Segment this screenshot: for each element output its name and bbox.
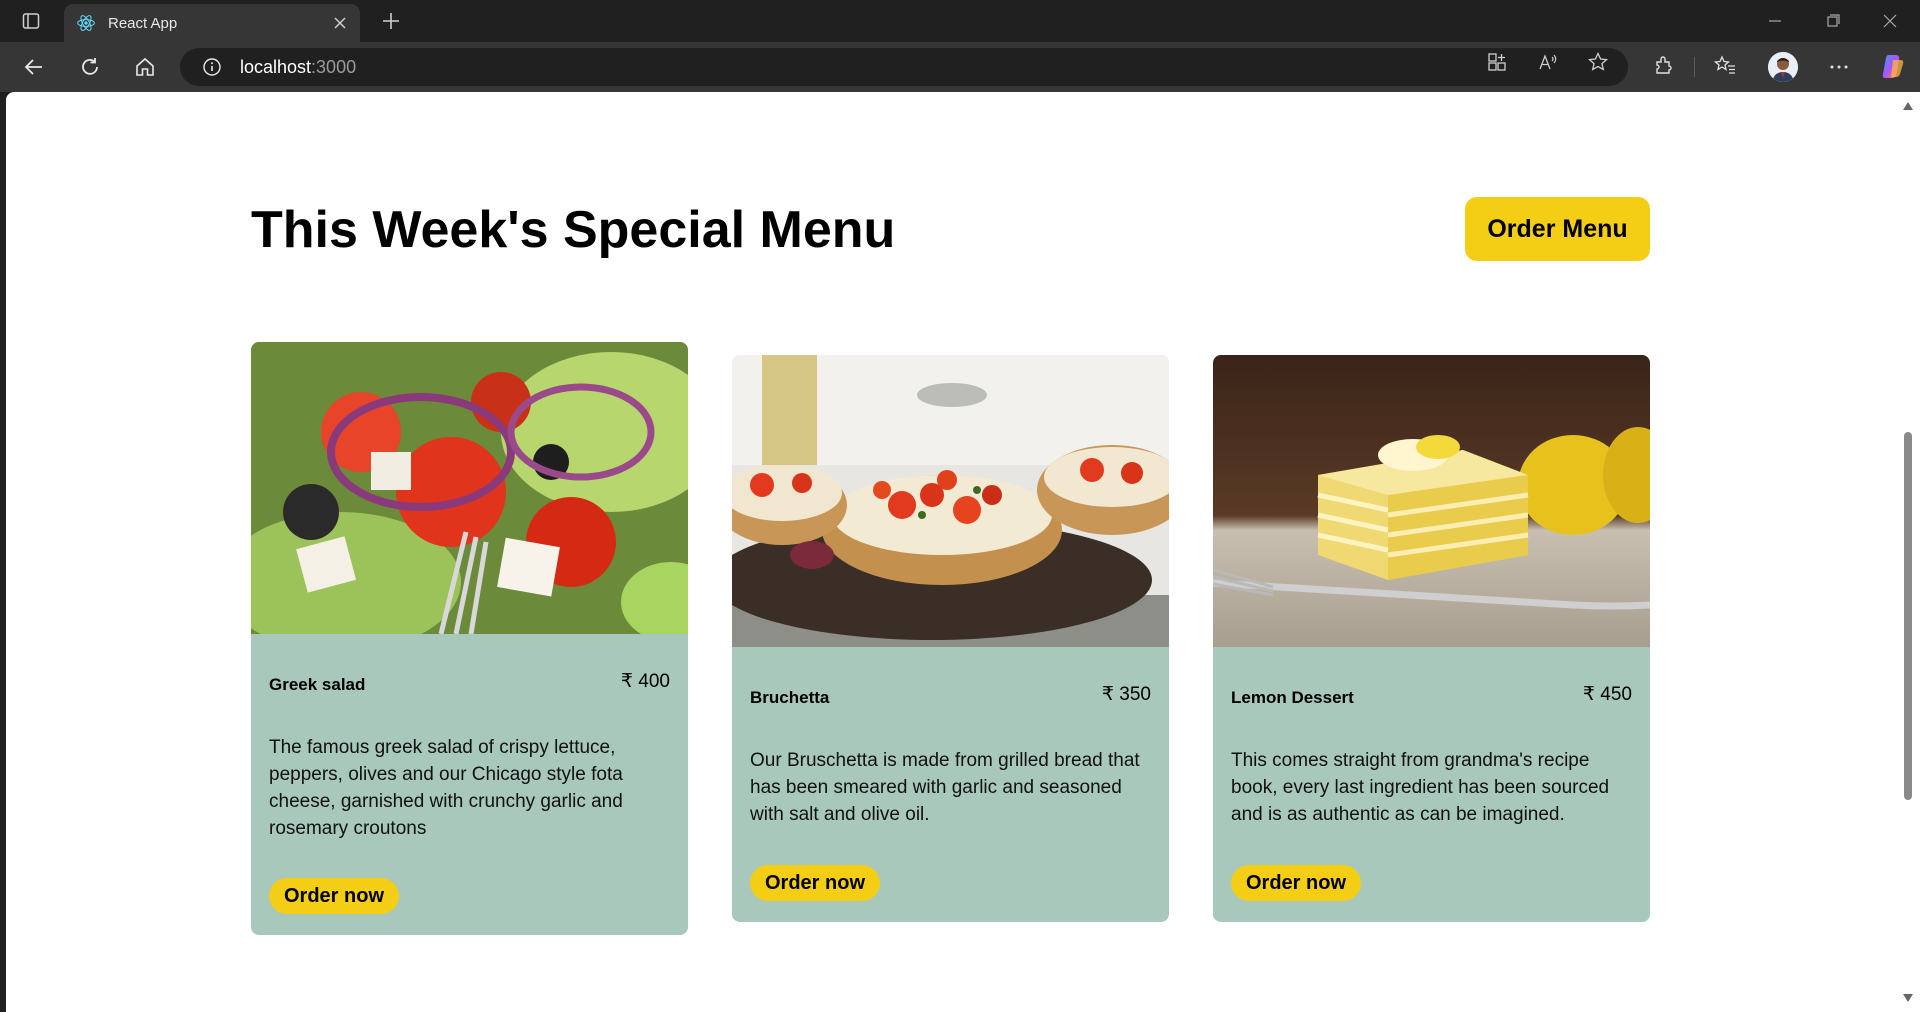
greek-salad-photo (251, 342, 688, 634)
menu-item-description: This comes straight from grandma's recip… (1231, 750, 1610, 825)
lemon-dessert-photo (1213, 355, 1650, 647)
scroll-down-arrow-icon[interactable] (1903, 994, 1913, 1002)
page-viewport: This Week's Special Menu Order Menu Gree… (6, 92, 1896, 1012)
close-tab-icon[interactable] (332, 15, 348, 31)
scroll-up-arrow-icon[interactable] (1903, 102, 1913, 110)
order-menu-button[interactable]: Order Menu (1465, 197, 1650, 261)
menu-card-bruchetta: Bruchetta ₹ 350 Our Bruschetta is made f… (732, 355, 1169, 922)
address-bar[interactable]: localhost:3000 (180, 48, 1628, 86)
menu-item-name: Lemon Dessert (1231, 688, 1354, 707)
menu-item-description: The famous greek salad of crispy lettuce… (269, 737, 623, 839)
browser-tab[interactable]: React App (64, 4, 360, 42)
back-arrow-icon (24, 59, 42, 75)
react-logo-icon (77, 15, 95, 31)
order-now-button[interactable]: Order now (750, 865, 881, 901)
home-button[interactable] (131, 53, 159, 81)
restore-icon[interactable] (1822, 10, 1844, 32)
favorite-star-icon[interactable] (1587, 51, 1609, 73)
back-button[interactable] (20, 53, 48, 81)
profile-avatar[interactable] (1768, 52, 1798, 82)
favorites-list-icon[interactable] (1714, 54, 1736, 76)
more-options-icon[interactable] (1828, 56, 1850, 78)
page-title: This Week's Special Menu (251, 201, 896, 259)
extensions-icon[interactable] (1653, 54, 1675, 76)
browser-toolbar: localhost:3000 (0, 42, 1920, 92)
home-icon (136, 57, 154, 76)
copilot-icon[interactable] (1879, 52, 1907, 80)
toolbar-separator (1694, 57, 1695, 77)
menu-item-description: Our Bruschetta is made from grilled brea… (750, 750, 1140, 825)
minimize-icon[interactable] (1764, 10, 1786, 32)
menu-item-name: Bruchetta (750, 688, 830, 707)
read-aloud-icon[interactable] (1537, 51, 1559, 73)
menu-item-price: ₹ 450 (1582, 684, 1632, 705)
close-window-icon[interactable] (1879, 10, 1901, 32)
site-info-icon[interactable] (202, 57, 222, 77)
order-now-button[interactable]: Order now (1231, 865, 1362, 901)
menu-item-price: ₹ 400 (620, 671, 670, 692)
menu-item-price: ₹ 350 (1101, 684, 1151, 705)
menu-card-greek-salad: Greek salad ₹ 400 The famous greek salad… (251, 342, 688, 935)
bruchetta-photo (732, 355, 1169, 647)
tab-actions-icon[interactable] (14, 8, 48, 34)
url-host: localhost (240, 56, 312, 77)
menu-item-name: Greek salad (269, 675, 366, 694)
scrollbar-thumb[interactable] (1904, 432, 1912, 800)
browser-tab-bar: React App (0, 0, 1920, 42)
menu-card-lemon-dessert: Lemon Dessert ₹ 450 This comes straight … (1213, 355, 1650, 922)
tab-title: React App (108, 14, 178, 32)
reload-button[interactable] (76, 53, 104, 81)
app-available-icon[interactable] (1486, 51, 1508, 73)
reload-icon (82, 58, 98, 75)
page-scrollbar[interactable] (1896, 92, 1920, 1012)
order-now-button[interactable]: Order now (269, 878, 400, 914)
new-tab-icon[interactable] (378, 10, 404, 32)
url-port: :3000 (311, 56, 357, 77)
